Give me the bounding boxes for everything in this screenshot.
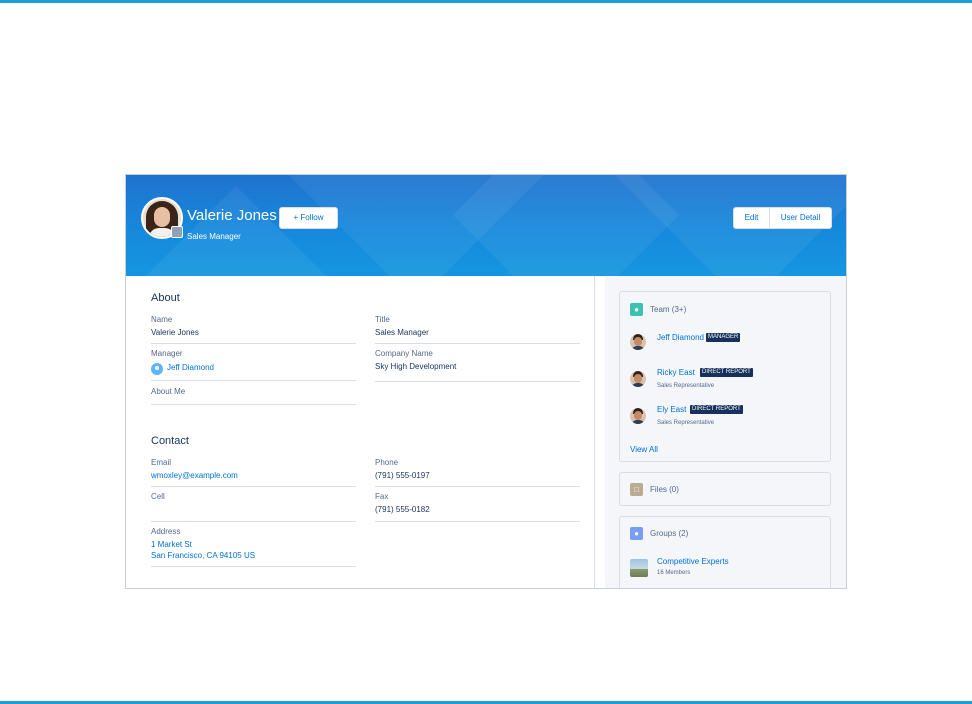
phone-value: (791) 555-0197 bbox=[375, 471, 430, 480]
direct-report-badge: DIRECT REPORT bbox=[690, 405, 743, 414]
user-badge-icon: ☻ bbox=[151, 363, 163, 375]
company-label: Company Name bbox=[375, 349, 433, 358]
team-member-name[interactable]: Ricky East bbox=[657, 368, 695, 378]
column-divider bbox=[594, 276, 595, 588]
files-card: □ Files (0) bbox=[619, 472, 831, 506]
team-member-avatar[interactable] bbox=[630, 334, 646, 350]
team-card: ● Team (3+) Jeff Diamond MANAGER Ricky E… bbox=[619, 291, 831, 462]
company-value: Sky High Development bbox=[375, 362, 457, 371]
top-accent-rule bbox=[0, 0, 972, 3]
contact-heading: Contact bbox=[151, 435, 189, 447]
address-label: Address bbox=[151, 527, 181, 536]
files-card-title[interactable]: Files (0) bbox=[650, 485, 679, 495]
sidebar: ● Team (3+) Jeff Diamond MANAGER Ricky E… bbox=[605, 276, 846, 588]
title-value: Sales Manager bbox=[375, 328, 429, 337]
direct-report-badge: DIRECT REPORT bbox=[700, 368, 753, 377]
action-button-group: Edit User Detail bbox=[733, 207, 832, 229]
team-member-name[interactable]: Ely East bbox=[657, 405, 686, 415]
team-card-title[interactable]: Team (3+) bbox=[650, 305, 686, 315]
team-member-role: Sales Representative bbox=[657, 383, 715, 389]
email-link[interactable]: wmoxley@example.com bbox=[151, 471, 238, 481]
phone-label: Phone bbox=[375, 458, 399, 467]
group-members: 16 Members bbox=[657, 570, 691, 576]
follow-button[interactable]: + Follow bbox=[279, 207, 338, 229]
cell-label: Cell bbox=[151, 492, 165, 501]
team-member-avatar[interactable] bbox=[630, 408, 646, 424]
groups-card-title[interactable]: Groups (2) bbox=[650, 529, 688, 539]
manager-link[interactable]: Jeff Diamond bbox=[167, 363, 214, 373]
profile-name: Valerie Jones bbox=[187, 207, 277, 224]
team-member-role: Sales Representative bbox=[657, 420, 715, 426]
avatar-edit-icon[interactable] bbox=[171, 226, 183, 238]
edit-button[interactable]: Edit bbox=[734, 208, 770, 228]
fax-label: Fax bbox=[375, 492, 389, 501]
file-icon: □ bbox=[630, 483, 643, 496]
name-value: Valerie Jones bbox=[151, 328, 199, 337]
fax-value: (791) 555-0182 bbox=[375, 505, 430, 514]
manager-label: Manager bbox=[151, 349, 183, 358]
team-member-name[interactable]: Jeff Diamond bbox=[657, 333, 704, 343]
groups-card: ● Groups (2) Competitive Experts 16 Memb… bbox=[619, 516, 831, 588]
address-line1[interactable]: 1 Market St bbox=[151, 540, 192, 550]
name-label: Name bbox=[151, 315, 173, 324]
title-label: Title bbox=[375, 315, 390, 324]
user-detail-button[interactable]: User Detail bbox=[770, 208, 831, 228]
person-icon: ● bbox=[630, 303, 643, 316]
about-heading: About bbox=[151, 292, 180, 304]
group-thumbnail[interactable] bbox=[630, 559, 648, 577]
view-all-link[interactable]: View All bbox=[630, 445, 658, 455]
email-label: Email bbox=[151, 458, 172, 467]
group-icon: ● bbox=[630, 527, 643, 540]
team-member-avatar[interactable] bbox=[630, 371, 646, 387]
group-name[interactable]: Competitive Experts bbox=[657, 557, 729, 567]
profile-banner: Valerie Jones Sales Manager + Follow Edi… bbox=[126, 175, 846, 276]
profile-title: Sales Manager bbox=[187, 232, 241, 241]
address-line2[interactable]: San Francisco, CA 94105 US bbox=[151, 551, 255, 561]
manager-badge: MANAGER bbox=[706, 333, 741, 342]
profile-window: Valerie Jones Sales Manager + Follow Edi… bbox=[125, 174, 847, 589]
about-me-label: About Me bbox=[151, 387, 186, 396]
